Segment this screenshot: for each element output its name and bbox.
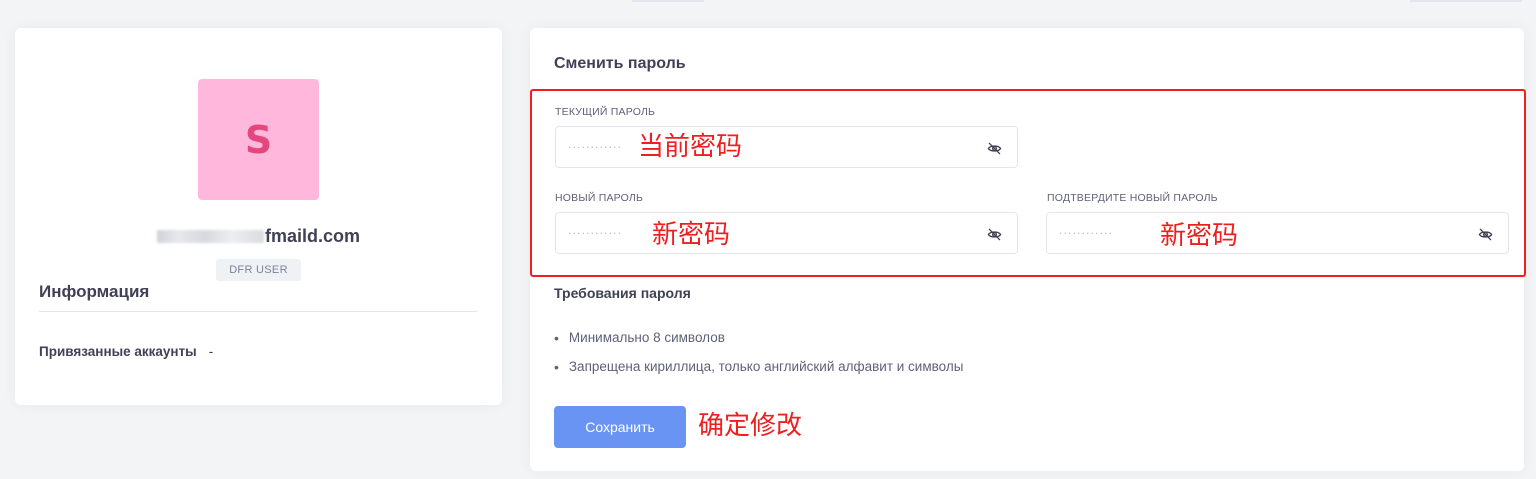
change-password-card: Сменить пароль ТЕКУЩИЙ ПАРОЛЬ 当前密码 НОВЫЙ… bbox=[530, 28, 1524, 471]
info-section-title: Информация bbox=[39, 282, 150, 301]
confirm-password-label: ПОДТВЕРДИТЕ НОВЫЙ ПАРОЛЬ bbox=[1047, 192, 1218, 204]
annotation-current-password: 当前密码 bbox=[638, 132, 743, 162]
current-password-label: ТЕКУЩИЙ ПАРОЛЬ bbox=[555, 106, 656, 118]
requirement-item: Запрещена кириллица, только английский а… bbox=[554, 352, 964, 381]
annotation-save: 确定修改 bbox=[698, 411, 803, 441]
new-password-field[interactable] bbox=[555, 212, 1018, 254]
avatar-letter: S bbox=[244, 117, 273, 162]
avatar: S bbox=[198, 79, 319, 200]
requirement-item: Минимально 8 символов bbox=[554, 323, 963, 352]
current-password-field[interactable] bbox=[555, 126, 1018, 168]
password-requirements-list: Минимально 8 символов Запрещена кириллиц… bbox=[554, 323, 964, 381]
annotation-confirm-password: 新密码 bbox=[1160, 221, 1239, 251]
eye-slash-icon[interactable] bbox=[985, 225, 1003, 243]
password-requirements-title: Требования пароля bbox=[554, 285, 691, 301]
eye-slash-icon[interactable] bbox=[985, 139, 1003, 157]
role-badge: DFR USER bbox=[216, 259, 301, 281]
top-edge-element bbox=[632, 0, 704, 2]
top-edge-element bbox=[1410, 0, 1522, 2]
email-redacted-part bbox=[156, 230, 264, 243]
annotation-new-password: 新密码 bbox=[652, 220, 731, 250]
linked-accounts-row: Привязанные аккаунты - bbox=[39, 344, 213, 359]
change-password-title: Сменить пароль bbox=[554, 55, 686, 72]
new-password-label: НОВЫЙ ПАРОЛЬ bbox=[555, 192, 644, 204]
confirm-password-field[interactable] bbox=[1046, 212, 1509, 254]
eye-slash-icon[interactable] bbox=[1476, 225, 1494, 243]
profile-card: S fmaild.com DFR USER Информация Привяза… bbox=[15, 28, 502, 405]
linked-accounts-label: Привязанные аккаунты bbox=[39, 344, 197, 359]
user-email: fmaild.com bbox=[15, 226, 502, 247]
divider bbox=[39, 311, 477, 312]
save-button[interactable]: Сохранить bbox=[554, 406, 686, 448]
email-domain: fmaild.com bbox=[264, 226, 361, 246]
linked-accounts-value: - bbox=[208, 344, 214, 359]
